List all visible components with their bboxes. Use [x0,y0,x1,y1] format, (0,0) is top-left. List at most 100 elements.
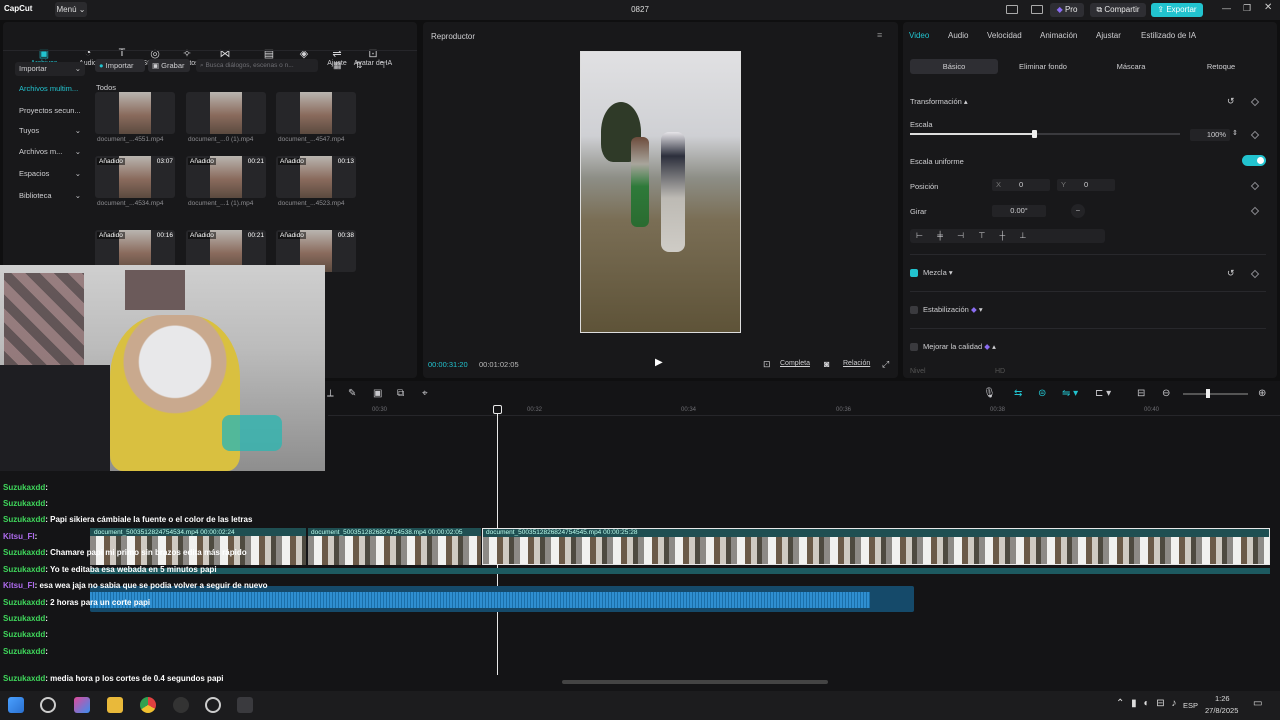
language-indicator[interactable]: ESP [1183,701,1198,710]
filter-icon[interactable]: ⊤ [380,60,388,71]
search-field[interactable]: ⌕ Busca diálogos, escenas o n... [196,59,318,72]
play-icon[interactable]: ▶ [655,357,663,368]
align-left-icon[interactable]: ⊢ [916,231,923,240]
rotate-field[interactable]: 0.00° [992,205,1046,217]
sidebar-item-4[interactable]: Archivos m... ⌄ [15,145,85,159]
horizontal-scrollbar[interactable] [562,680,828,684]
sort-icon[interactable]: ⇅ [355,60,363,71]
mirror-icon[interactable]: ⧉ [397,388,404,399]
media-thumbnail[interactable] [186,92,266,134]
export-button[interactable]: ⇪ Exportar [1151,3,1203,17]
complete-button[interactable]: Completa [780,360,810,367]
video-clip[interactable]: document_5003512826824754538.mp4 00:00:0… [308,528,481,565]
close-icon[interactable]: ✕ [1264,2,1272,13]
sidebar-item-5[interactable]: Espacios ⌄ [15,167,85,181]
align-top-icon[interactable]: ⊤ [978,231,985,240]
subtitle-icon[interactable]: ⊟ [1137,388,1145,399]
rotate-dial-icon[interactable]: – [1071,204,1085,218]
stabilize-label[interactable]: Estabilización ◆ ▾ [923,305,983,314]
grid-view-icon[interactable]: ▦ [333,60,342,71]
zoom-in-icon[interactable]: ⊕ [1258,388,1266,399]
notification-icon[interactable]: ▭ [1253,698,1262,709]
align-center-icon[interactable]: ╪ [937,231,943,240]
align-middle-icon[interactable]: ┼ [1000,231,1006,240]
tab-animaci-n[interactable]: Animación [1040,31,1077,40]
sidebar-item-6[interactable]: Biblioteca ⌄ [15,189,85,203]
shortcuts-icon[interactable] [1031,5,1043,14]
layout-icon[interactable] [1006,5,1018,14]
tab-video[interactable]: Video [909,31,929,40]
position-x-field[interactable]: X0 [992,179,1050,191]
start-icon[interactable] [8,697,24,713]
capcut-icon[interactable] [237,697,253,713]
freeze-icon[interactable]: ▣ [373,388,382,399]
clock-time[interactable]: 1:26 [1215,694,1230,703]
crop-icon[interactable]: ⊡ [763,359,771,370]
video-clip-selected[interactable]: document_5003512826824754545.mp4 00:00:2… [482,528,1270,565]
screenshot-icon[interactable]: ◙ [824,359,829,369]
microphone-icon[interactable]: 🎙 [983,388,996,399]
playhead-handle[interactable] [493,405,502,414]
zoom-slider-track[interactable] [1183,393,1248,395]
media-thumbnail[interactable] [95,92,175,134]
copilot-icon[interactable] [74,697,90,713]
zoom-out-icon[interactable]: ⊖ [1162,388,1170,399]
tray-icons[interactable]: ⌃ ▮ ◐ ⊟ ♪ [1116,698,1176,709]
stepper-icon[interactable]: ⇕ [1232,129,1238,137]
clock-date[interactable]: 27/8/2025 [1205,706,1238,715]
video-clip[interactable]: document_5003512824754534.mp4 00:00:02:2… [90,528,306,565]
search-icon[interactable] [40,697,56,713]
magic-icon[interactable]: ✎ [348,388,356,399]
sidebar-item-0[interactable]: Importar ⌄ [15,62,85,76]
zoom-slider-handle[interactable] [1206,389,1210,398]
position-y-field[interactable]: Y0 [1057,179,1115,191]
preview-axis-icon[interactable]: ⊏ ▾ [1095,388,1111,399]
media-thumbnail[interactable] [276,92,356,134]
sidebar-item-2[interactable]: Proyectos secun... [15,104,85,118]
subtab-retoque[interactable]: Retoque [1177,59,1265,74]
subtab-eliminar-fondo[interactable]: Eliminar fondo [999,59,1087,74]
media-thumbnail[interactable]: Añadido 03:07 [95,156,175,198]
snap-icon[interactable]: ⇋ ▾ [1062,388,1078,399]
crop-icon[interactable]: ⌖ [422,388,428,399]
maximize-icon[interactable]: ❐ [1243,3,1251,14]
record-button[interactable]: ▣ Grabar [148,59,190,72]
fullscreen-icon[interactable]: ⤢ [882,359,889,370]
tab-velocidad[interactable]: Velocidad [987,31,1022,40]
reset-icon[interactable]: ↺ [1227,268,1235,279]
reset-icon[interactable]: ↺ [1227,96,1235,107]
blend-checkbox[interactable] [910,269,918,277]
blend-label[interactable]: Mezcla ▾ [923,268,953,277]
tab-audio[interactable]: Audio [948,31,968,40]
video-preview[interactable] [580,51,741,333]
subtab-b-sico[interactable]: Básico [910,59,998,74]
app-icon[interactable] [205,697,221,713]
share-button[interactable]: ⧉ Compartir [1090,3,1146,17]
uniform-scale-toggle[interactable] [1242,155,1266,166]
media-thumbnail[interactable]: Añadido 00:21 [186,156,266,198]
scale-slider-handle[interactable] [1031,130,1037,138]
transform-heading[interactable]: Transformación ▴ [910,97,968,106]
obs-icon[interactable] [173,697,189,713]
scale-value[interactable]: 100% [1190,129,1230,141]
tab-estilizado-de-ia[interactable]: Estilizado de IA [1141,31,1196,40]
sidebar-item-1[interactable]: Archivos multim... [15,82,85,96]
align-bottom-icon[interactable]: ⊥ [1019,231,1026,240]
ratio-button[interactable]: Relación [843,360,870,367]
subtab-m-scara[interactable]: Máscara [1087,59,1175,74]
magnet-icon[interactable]: ⊜ [1038,388,1046,399]
split-icon[interactable]: ⟂ [327,388,334,399]
player-menu-icon[interactable]: ≡ [877,30,882,40]
sidebar-item-3[interactable]: Tuyos ⌄ [15,124,85,138]
align-right-icon[interactable]: ⊣ [957,231,964,240]
file-explorer-icon[interactable] [107,697,123,713]
enhance-label[interactable]: Mejorar la calidad ◆ ▴ [923,342,996,351]
minimize-icon[interactable]: — [1222,3,1231,13]
tab-ajustar[interactable]: Ajustar [1096,31,1121,40]
pro-button[interactable]: ◆ Pro [1050,3,1084,17]
link-icon[interactable]: ⇆ [1014,388,1022,399]
chrome-icon[interactable] [140,697,156,713]
enhance-checkbox[interactable] [910,343,918,351]
stabilize-checkbox[interactable] [910,306,918,314]
media-thumbnail[interactable]: Añadido 00:13 [276,156,356,198]
